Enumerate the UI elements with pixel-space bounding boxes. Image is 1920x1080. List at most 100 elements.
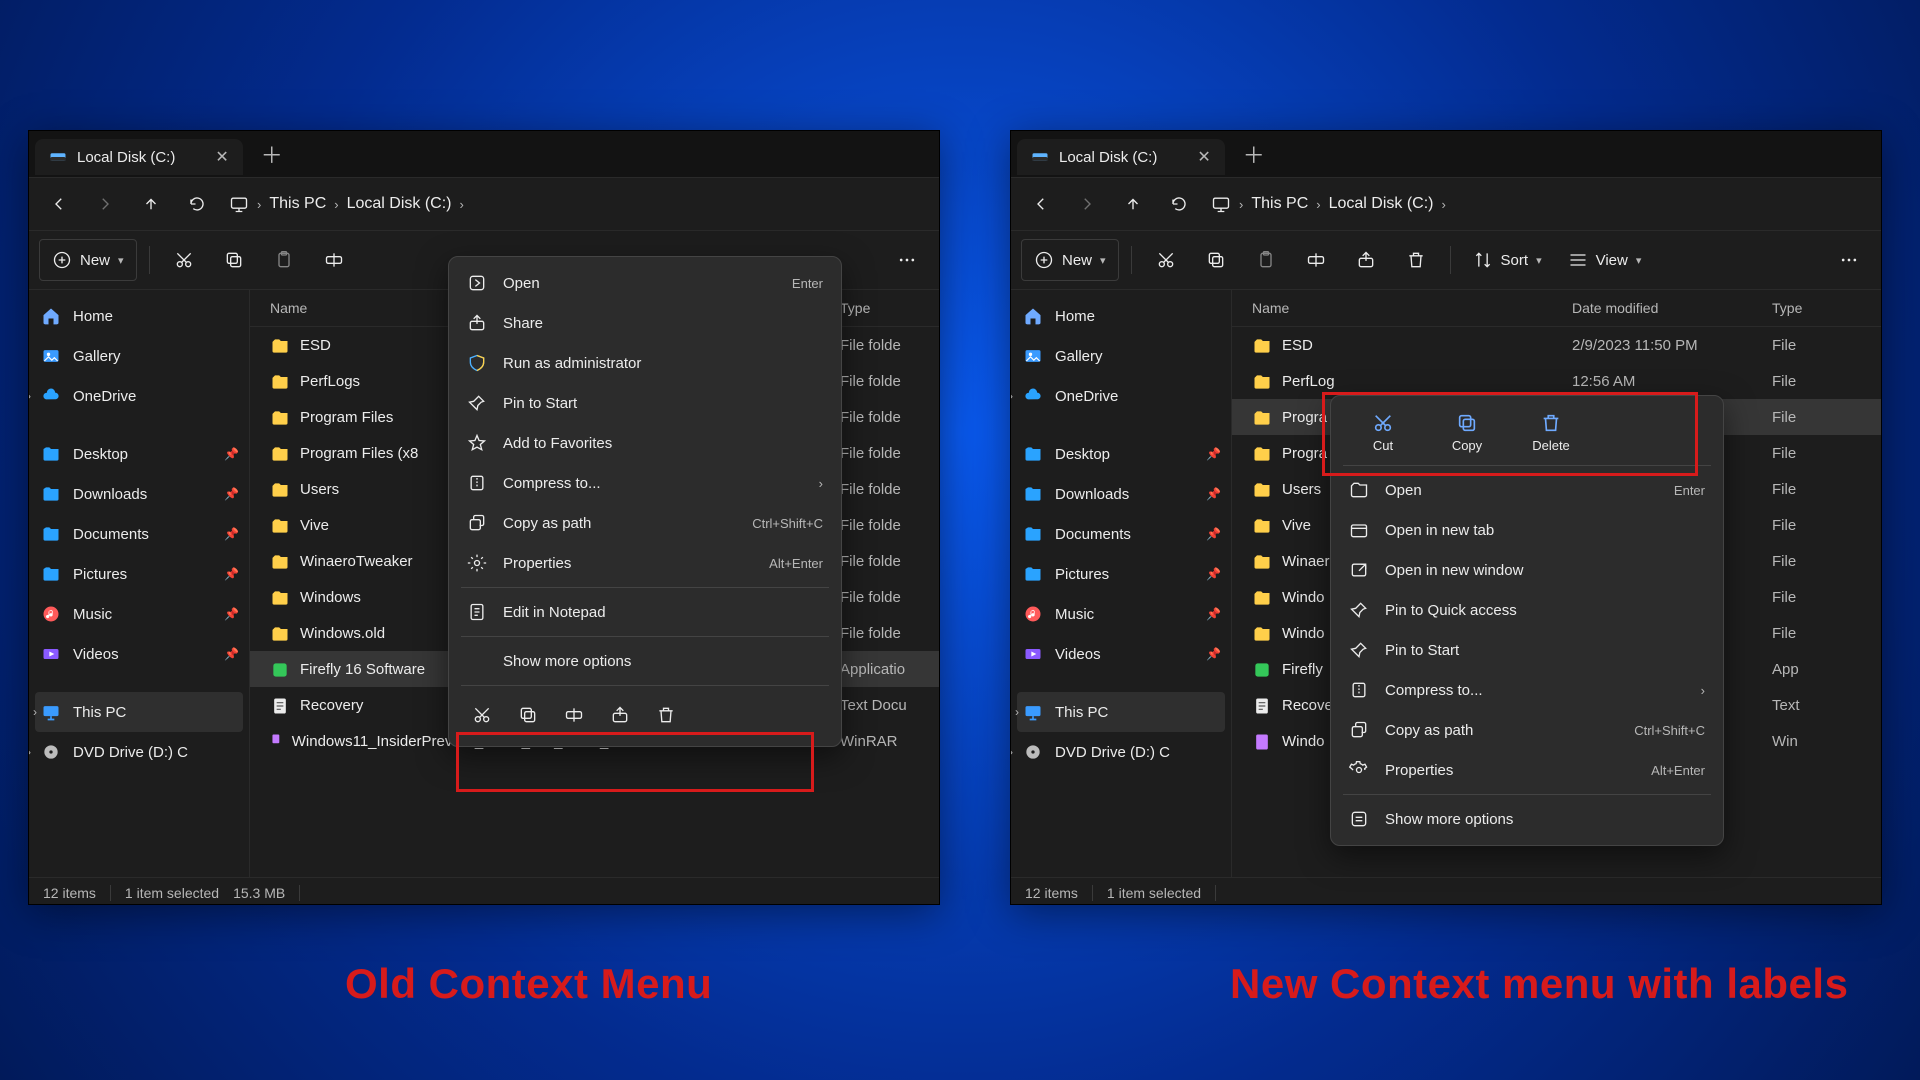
new-tab-button[interactable]: ＋ (261, 138, 283, 170)
header-name[interactable]: Name (1232, 300, 1572, 316)
ctx-delete-labeled[interactable]: Delete (1521, 412, 1581, 453)
breadcrumb-drive[interactable]: Local Disk (C:) (1329, 195, 1434, 213)
breadcrumb-thispc[interactable]: This PC (1251, 195, 1308, 213)
paste-button[interactable] (262, 240, 306, 280)
ctx-show-more[interactable]: Show more options (1337, 799, 1717, 839)
copy-button[interactable] (212, 240, 256, 280)
ctx-pin-start[interactable]: Pin to Start (455, 383, 835, 423)
refresh-button[interactable] (1157, 182, 1201, 226)
sidebar-item-dvd[interactable]: › DVD Drive (D:) C (29, 732, 249, 772)
header-type[interactable]: Type (840, 300, 939, 316)
sidebar-item-downloads[interactable]: Downloads 📌 (29, 474, 249, 514)
table-row[interactable]: ESD 2/9/2023 11:50 PM File (1232, 327, 1881, 363)
sidebar-item-desktop[interactable]: Desktop 📌 (1011, 434, 1231, 474)
ctx-add-favorites[interactable]: Add to Favorites (455, 423, 835, 463)
ctx-compress[interactable]: Compress to... › (1337, 670, 1717, 710)
ctx-copy-labeled[interactable]: Copy (1437, 412, 1497, 453)
sidebar-item-music[interactable]: Music 📌 (29, 594, 249, 634)
ctx-compress[interactable]: Compress to... › (455, 463, 835, 503)
ctx-open-window[interactable]: Open in new window (1337, 550, 1717, 590)
sort-button[interactable]: Sort ▾ (1463, 240, 1552, 280)
sidebar-item-desktop[interactable]: Desktop 📌 (29, 434, 249, 474)
ctx-cut-labeled[interactable]: Cut (1353, 412, 1413, 453)
ctx-show-more[interactable]: Show more options (455, 641, 835, 681)
up-button[interactable] (1111, 182, 1155, 226)
back-button[interactable] (1019, 182, 1063, 226)
sidebar-item-dvd[interactable]: › DVD Drive (D:) C (1011, 732, 1231, 772)
pictures-icon (41, 564, 61, 584)
sidebar-item-home[interactable]: Home (1011, 296, 1231, 336)
ctx-properties[interactable]: Properties Alt+Enter (455, 543, 835, 583)
copy-button[interactable] (1194, 240, 1238, 280)
sidebar-item-home[interactable]: Home (29, 296, 249, 336)
breadcrumb-drive[interactable]: Local Disk (C:) (347, 195, 452, 213)
ctx-rename-icon[interactable] (557, 698, 591, 732)
ctx-delete-icon[interactable] (649, 698, 683, 732)
close-icon[interactable]: ✕ (215, 147, 228, 167)
breadcrumb[interactable]: › This PC › Local Disk (C:) › (229, 194, 464, 214)
sidebar-item-gallery[interactable]: Gallery (29, 336, 249, 376)
tab-active[interactable]: Local Disk (C:) ✕ (35, 139, 243, 175)
forward-button[interactable] (83, 182, 127, 226)
ctx-addfav-label: Add to Favorites (503, 435, 612, 452)
pin-icon (1349, 640, 1369, 660)
new-button[interactable]: New ▾ (39, 239, 137, 281)
header-date[interactable]: Date modified (1572, 300, 1772, 316)
ctx-properties[interactable]: Properties Alt+Enter (1337, 750, 1717, 790)
sidebar-item-onedrive[interactable]: › OneDrive (1011, 376, 1231, 416)
ctx-open-tab[interactable]: Open in new tab (1337, 510, 1717, 550)
sidebar-item-pictures[interactable]: Pictures 📌 (29, 554, 249, 594)
ctx-share[interactable]: Share (455, 303, 835, 343)
more-button[interactable] (885, 240, 929, 280)
table-row[interactable]: PerfLog 12:56 AM File (1232, 363, 1881, 399)
cut-button[interactable] (1144, 240, 1188, 280)
sidebar-item-documents[interactable]: Documents 📌 (29, 514, 249, 554)
ctx-run-admin[interactable]: Run as administrator (455, 343, 835, 383)
forward-button[interactable] (1065, 182, 1109, 226)
context-menu-old: Open Enter Share Run as administrator Pi… (448, 256, 842, 747)
ctx-pin-quick-access[interactable]: Pin to Quick access (1337, 590, 1717, 630)
ctx-copy-path[interactable]: Copy as path Ctrl+Shift+C (455, 503, 835, 543)
pin-icon: 📌 (1206, 527, 1221, 541)
paste-button[interactable] (1244, 240, 1288, 280)
sidebar-item-downloads[interactable]: Downloads 📌 (1011, 474, 1231, 514)
caption-left: Old Context Menu (345, 960, 712, 1008)
delete-button[interactable] (1394, 240, 1438, 280)
new-button[interactable]: New ▾ (1021, 239, 1119, 281)
sidebar-item-music[interactable]: Music 📌 (1011, 594, 1231, 634)
ctx-copy-path[interactable]: Copy as path Ctrl+Shift+C (1337, 710, 1717, 750)
file-name: Program Files (x8 (300, 445, 418, 462)
cut-button[interactable] (162, 240, 206, 280)
share-button[interactable] (1344, 240, 1388, 280)
breadcrumb[interactable]: › This PC › Local Disk (C:) › (1211, 194, 1446, 214)
sidebar-item-thispc[interactable]: › This PC (1017, 692, 1225, 732)
up-button[interactable] (129, 182, 173, 226)
refresh-button[interactable] (175, 182, 219, 226)
close-icon[interactable]: ✕ (1197, 147, 1210, 167)
sidebar-item-onedrive[interactable]: › OneDrive (29, 376, 249, 416)
sidebar-item-pictures[interactable]: Pictures 📌 (1011, 554, 1231, 594)
new-tab-button[interactable]: ＋ (1243, 138, 1265, 170)
rename-button[interactable] (312, 240, 356, 280)
ctx-edit-notepad[interactable]: Edit in Notepad (455, 592, 835, 632)
sidebar-item-documents[interactable]: Documents 📌 (1011, 514, 1231, 554)
sidebar-item-gallery[interactable]: Gallery (1011, 336, 1231, 376)
status-selected: 1 item selected (1107, 885, 1201, 901)
ctx-open[interactable]: Open Enter (455, 263, 835, 303)
ctx-share-icon[interactable] (603, 698, 637, 732)
sidebar-item-videos[interactable]: Videos 📌 (1011, 634, 1231, 674)
tab-active[interactable]: Local Disk (C:) ✕ (1017, 139, 1225, 175)
ctx-cut-icon[interactable] (465, 698, 499, 732)
ctx-open[interactable]: Open Enter (1337, 470, 1717, 510)
sidebar-item-thispc[interactable]: › This PC (35, 692, 243, 732)
more-button[interactable] (1827, 240, 1871, 280)
rename-button[interactable] (1294, 240, 1338, 280)
breadcrumb-thispc[interactable]: This PC (269, 195, 326, 213)
ctx-copy-icon[interactable] (511, 698, 545, 732)
ctx-pin-start[interactable]: Pin to Start (1337, 630, 1717, 670)
view-button[interactable]: View ▾ (1558, 240, 1652, 280)
header-type[interactable]: Type (1772, 300, 1881, 316)
sidebar-item-videos[interactable]: Videos 📌 (29, 634, 249, 674)
file-type: File folde (840, 589, 939, 606)
back-button[interactable] (37, 182, 81, 226)
